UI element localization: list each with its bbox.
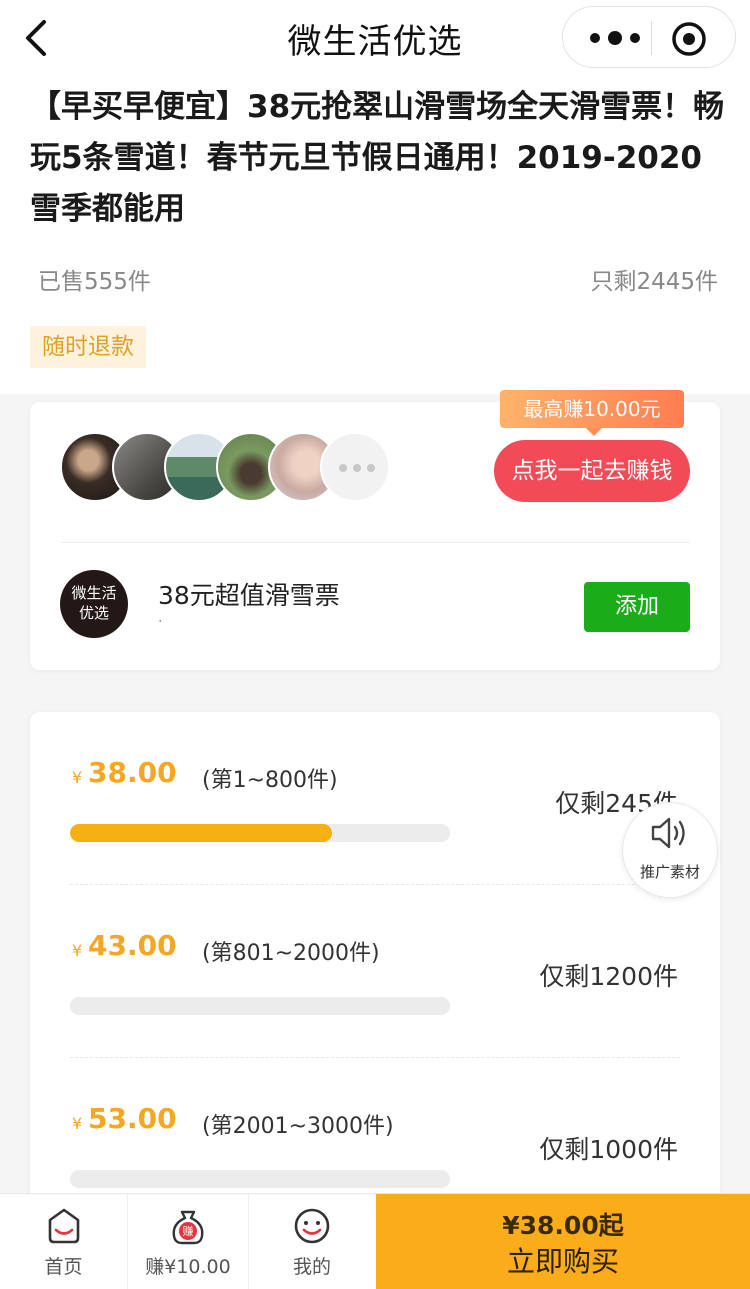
tier-price: 53.00 bbox=[88, 1102, 177, 1135]
tier-range: (第2001~3000件) bbox=[202, 1114, 394, 1139]
target-circle-icon[interactable] bbox=[671, 21, 707, 57]
tier-progress-bar bbox=[70, 824, 450, 842]
buy-now-label: 立即购买 bbox=[506, 1245, 619, 1278]
add-button[interactable]: 添加 bbox=[584, 582, 690, 632]
mini-program-capsule bbox=[562, 6, 736, 68]
divider bbox=[60, 542, 690, 543]
tier-price: 38.00 bbox=[88, 756, 177, 789]
tab-mine[interactable]: 我的 bbox=[249, 1194, 375, 1289]
bottom-tab-bar: 首页 赚 赚¥10.00 我的 ¥38.00起 立即购买 bbox=[0, 1193, 750, 1289]
currency-symbol: ¥ bbox=[72, 768, 83, 787]
currency-symbol: ¥ bbox=[72, 1114, 83, 1133]
brand-name: 38元超值滑雪票 bbox=[158, 581, 340, 610]
price-tiers-card: ¥ 38.00 (第1~800件) 仅剩245件 ¥ 43.00 (第801~2… bbox=[30, 712, 720, 1272]
money-bag-icon: 赚 bbox=[172, 1210, 204, 1245]
tier-range: (第1~800件) bbox=[202, 768, 338, 793]
tab-earn-label: 赚¥10.00 bbox=[145, 1256, 231, 1278]
money-bag-icon-text: 赚 bbox=[183, 1224, 194, 1238]
earn-button[interactable]: 点我一起去赚钱 bbox=[494, 440, 690, 502]
tier-range: (第801~2000件) bbox=[202, 941, 380, 966]
product-header: 【早买早便宜】38元抢翠山滑雪场全天滑雪票！畅玩5条雪道！春节元旦节假日通用！2… bbox=[0, 76, 750, 394]
price-tier: ¥ 38.00 (第1~800件) 仅剩245件 bbox=[30, 712, 720, 885]
more-dots-icon[interactable] bbox=[320, 432, 390, 502]
tab-home-label: 首页 bbox=[44, 1256, 83, 1278]
smiley-user-icon bbox=[294, 1208, 330, 1244]
tab-earn[interactable]: 赚 赚¥10.00 bbox=[128, 1194, 248, 1289]
tier-price: 43.00 bbox=[88, 929, 177, 962]
nav-bar: 微生活优选 bbox=[0, 0, 750, 76]
earn-card: 最高赚10.00元 点我一起去赚钱 微生活 优选 38元超值滑雪票 · 添加 bbox=[30, 390, 720, 670]
tier-progress-bar bbox=[70, 997, 450, 1015]
tab-home[interactable]: 首页 bbox=[0, 1194, 127, 1289]
more-dots-icon[interactable] bbox=[585, 23, 645, 53]
tier-progress-fill bbox=[70, 824, 333, 842]
tier-remaining: 仅剩1200件 bbox=[539, 962, 678, 991]
promo-material-label: 推广素材 bbox=[639, 863, 700, 881]
product-title: 【早买早便宜】38元抢翠山滑雪场全天滑雪票！畅玩5条雪道！春节元旦节假日通用！2… bbox=[30, 89, 725, 227]
tier-progress-bar bbox=[70, 1170, 450, 1188]
sold-count: 已售555件 bbox=[38, 269, 151, 295]
max-earn-tooltip: 最高赚10.00元 bbox=[500, 390, 684, 436]
tab-mine-label: 我的 bbox=[292, 1256, 331, 1278]
brand-subtitle: · bbox=[158, 614, 163, 630]
home-icon bbox=[48, 1208, 79, 1244]
stock-remaining: 只剩2445件 bbox=[590, 269, 718, 295]
refund-tag: 随时退款 bbox=[30, 326, 146, 368]
promo-material-button[interactable]: 推广素材 bbox=[622, 802, 718, 898]
price-tier: ¥ 43.00 (第801~2000件) 仅剩1200件 bbox=[30, 885, 720, 1058]
brand-logo: 微生活 优选 bbox=[60, 570, 128, 638]
buy-now-button[interactable]: ¥38.00起 立即购买 bbox=[376, 1194, 750, 1289]
tier-remaining: 仅剩1000件 bbox=[539, 1135, 678, 1164]
buy-price: ¥38.00起 bbox=[502, 1211, 624, 1240]
currency-symbol: ¥ bbox=[72, 941, 83, 960]
speaker-icon bbox=[651, 817, 685, 849]
capsule-divider bbox=[651, 21, 652, 55]
